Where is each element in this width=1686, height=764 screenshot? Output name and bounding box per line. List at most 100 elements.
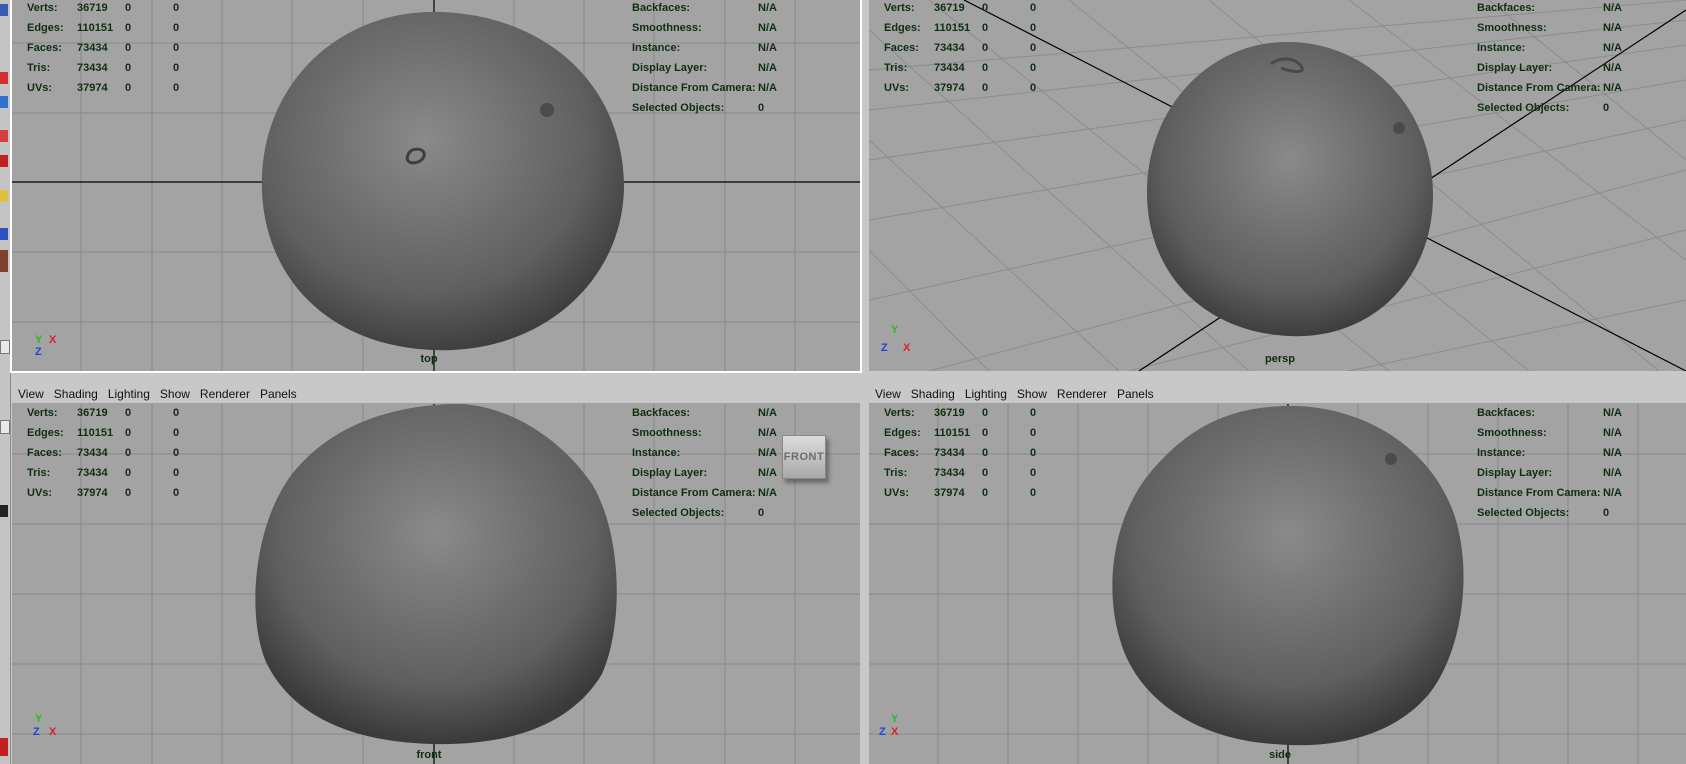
hud-value: 110151 bbox=[934, 427, 971, 439]
hud-label: Backfaces: bbox=[632, 2, 691, 14]
hud-label: Tris: bbox=[27, 62, 51, 74]
orange-mesh[interactable] bbox=[252, 404, 632, 749]
hud-value: 0 bbox=[173, 407, 180, 419]
menu-lighting[interactable]: Lighting bbox=[108, 387, 150, 401]
hud-value: 36719 bbox=[77, 407, 108, 419]
axis-y-label: Y bbox=[35, 713, 43, 725]
hud-label: Edges: bbox=[884, 427, 921, 439]
shelf-tool-icon[interactable] bbox=[0, 96, 8, 108]
hud-value: 0 bbox=[125, 407, 132, 419]
hud-value: 0 bbox=[125, 22, 132, 34]
shelf-tool-icon[interactable] bbox=[0, 420, 10, 434]
hud-label: Smoothness: bbox=[632, 22, 702, 34]
hud-value: 110151 bbox=[77, 22, 114, 34]
hud-value: 0 bbox=[1030, 2, 1037, 14]
shelf-tool-icon[interactable] bbox=[0, 72, 8, 84]
hud-value: 0 bbox=[1030, 82, 1037, 94]
hud-value: 37974 bbox=[77, 487, 108, 499]
hud-value: 110151 bbox=[934, 22, 971, 34]
hud-label: Smoothness: bbox=[1477, 22, 1547, 34]
hud-value: 0 bbox=[173, 467, 180, 479]
hud-value: N/A bbox=[758, 447, 777, 459]
hud-value: 0 bbox=[1603, 102, 1610, 114]
shelf-tool-icon[interactable] bbox=[0, 4, 8, 16]
hud-label: Faces: bbox=[884, 42, 919, 54]
orange-mesh[interactable] bbox=[1109, 404, 1479, 749]
axis-y-label: Y bbox=[891, 324, 899, 336]
shelf-tool-icon[interactable] bbox=[0, 190, 8, 202]
hud-label: Verts: bbox=[27, 2, 58, 14]
hud-label: Smoothness: bbox=[632, 427, 702, 439]
menu-view[interactable]: View bbox=[18, 387, 44, 401]
menu-view[interactable]: View bbox=[875, 387, 901, 401]
axis-x-label: X bbox=[49, 334, 57, 346]
viewport-canvas[interactable] bbox=[869, 0, 1686, 371]
axis-y-label: Y bbox=[35, 334, 43, 346]
axis-x-label: X bbox=[891, 726, 899, 738]
hud-value: 0 bbox=[1030, 427, 1037, 439]
hud-label: Edges: bbox=[884, 22, 921, 34]
viewport-front[interactable]: View Shading Lighting Show Renderer Pane… bbox=[12, 385, 860, 764]
hud-label: Display Layer: bbox=[1477, 62, 1553, 74]
hud-value: 0 bbox=[173, 447, 180, 459]
hud-value: 73434 bbox=[934, 62, 965, 74]
hud-label: Smoothness: bbox=[1477, 427, 1547, 439]
menu-show[interactable]: Show bbox=[1017, 387, 1047, 401]
hud-label: UVs: bbox=[884, 82, 910, 94]
hud-value: 0 bbox=[173, 2, 180, 14]
hud-label: UVs: bbox=[884, 487, 910, 499]
hud-value: N/A bbox=[1603, 42, 1622, 54]
hud-label: Edges: bbox=[27, 427, 64, 439]
hud-value: N/A bbox=[1603, 467, 1622, 479]
hud-value: N/A bbox=[758, 82, 777, 94]
viewport-menubar: View Shading Lighting Show Renderer Pane… bbox=[12, 385, 860, 404]
hud-value: 110151 bbox=[77, 427, 114, 439]
hud-value: 0 bbox=[982, 22, 989, 34]
menu-renderer[interactable]: Renderer bbox=[1057, 387, 1107, 401]
menu-lighting[interactable]: Lighting bbox=[965, 387, 1007, 401]
menu-renderer[interactable]: Renderer bbox=[200, 387, 250, 401]
hud-label: Display Layer: bbox=[1477, 467, 1553, 479]
hud-label: Faces: bbox=[884, 447, 919, 459]
orange-mesh[interactable] bbox=[252, 10, 632, 355]
axis-y-label: Y bbox=[891, 713, 899, 725]
hud-value: 73434 bbox=[77, 62, 108, 74]
hud-value: 0 bbox=[1030, 407, 1037, 419]
hud-value: 0 bbox=[982, 62, 989, 74]
viewport-canvas[interactable] bbox=[12, 0, 860, 371]
menu-shading[interactable]: Shading bbox=[911, 387, 955, 401]
hud-value: 36719 bbox=[934, 2, 965, 14]
shelf-tool-icon[interactable] bbox=[0, 738, 8, 756]
shelf-tool-icon[interactable] bbox=[0, 228, 8, 240]
orange-mesh[interactable] bbox=[1141, 40, 1437, 340]
shelf-tool-icon[interactable] bbox=[0, 250, 8, 272]
axis-z-label: Z bbox=[879, 726, 886, 738]
hud-value: 37974 bbox=[934, 82, 965, 94]
menu-show[interactable]: Show bbox=[160, 387, 190, 401]
hud-value: 36719 bbox=[77, 2, 108, 14]
hud-label: Display Layer: bbox=[632, 62, 708, 74]
menu-panels[interactable]: Panels bbox=[1117, 387, 1154, 401]
viewcube-front[interactable]: FRONT bbox=[782, 435, 826, 479]
hud-value: 0 bbox=[982, 42, 989, 54]
menu-shading[interactable]: Shading bbox=[54, 387, 98, 401]
hud-value: 36719 bbox=[934, 407, 965, 419]
hud-value: 73434 bbox=[77, 447, 108, 459]
hud-label: Distance From Camera: bbox=[1477, 487, 1601, 499]
axis-x-label: X bbox=[903, 342, 911, 354]
shelf-tool-icon[interactable] bbox=[0, 130, 8, 142]
shelf-tool-icon[interactable] bbox=[0, 505, 8, 517]
viewport-canvas[interactable] bbox=[869, 404, 1686, 764]
hud-value: 0 bbox=[173, 427, 180, 439]
shelf-tool-icon[interactable] bbox=[0, 340, 10, 354]
viewport-top[interactable]: Verts: 36719 0 0 Edges: 110151 0 0 Faces: 73434… bbox=[10, 0, 862, 373]
viewport-persp[interactable]: Verts: 36719 0 0 Edges: 110151 0 0 Faces: 73434… bbox=[869, 0, 1686, 371]
viewport-side[interactable]: View Shading Lighting Show Renderer Pane… bbox=[869, 385, 1686, 764]
hud-value: 73434 bbox=[77, 42, 108, 54]
hud-value: 0 bbox=[982, 467, 989, 479]
menu-panels[interactable]: Panels bbox=[260, 387, 297, 401]
shelf-tool-icon[interactable] bbox=[0, 155, 8, 167]
hud-value: N/A bbox=[758, 467, 777, 479]
viewport-canvas[interactable] bbox=[12, 404, 860, 764]
hud-label: Instance: bbox=[632, 42, 681, 54]
